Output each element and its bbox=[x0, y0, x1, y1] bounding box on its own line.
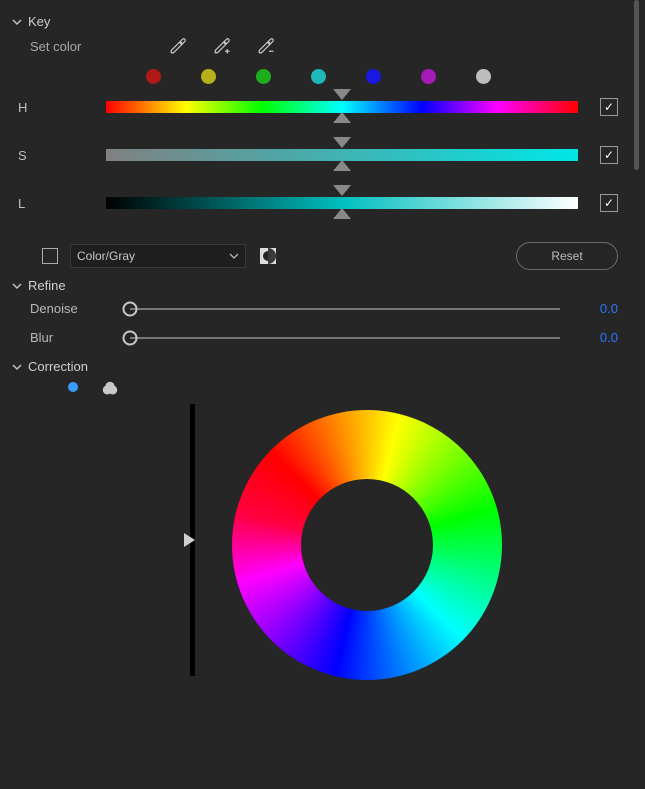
s-slider[interactable] bbox=[106, 149, 578, 161]
h-checkbox[interactable]: ✓ bbox=[600, 98, 618, 116]
denoise-slider[interactable] bbox=[130, 308, 560, 310]
denoise-slider-handle[interactable] bbox=[123, 301, 138, 316]
eyedropper-add-icon[interactable] bbox=[213, 37, 231, 55]
l-checkbox[interactable]: ✓ bbox=[600, 194, 618, 212]
swatch-cyan[interactable] bbox=[311, 69, 326, 84]
panel-vertical-scrollbar[interactable] bbox=[634, 0, 639, 170]
swatch-gray[interactable] bbox=[476, 69, 491, 84]
view-preview-checkbox[interactable] bbox=[42, 248, 58, 264]
l-slider-handle[interactable] bbox=[333, 185, 351, 219]
h-slider-handle[interactable] bbox=[333, 89, 351, 123]
s-label: S bbox=[18, 148, 46, 163]
section-toggle-correction[interactable]: Correction bbox=[12, 359, 618, 374]
swatch-green[interactable] bbox=[256, 69, 271, 84]
view-mode-value: Color/Gray bbox=[77, 249, 135, 263]
luminance-vertical-handle[interactable] bbox=[184, 533, 200, 547]
luminance-vertical-slider[interactable] bbox=[190, 404, 195, 676]
section-title-refine: Refine bbox=[28, 278, 66, 293]
blur-label: Blur bbox=[30, 330, 130, 345]
reset-button[interactable]: Reset bbox=[516, 242, 618, 270]
key-swatch-row bbox=[146, 69, 618, 84]
l-label: L bbox=[18, 196, 46, 211]
blur-slider[interactable] bbox=[130, 337, 560, 339]
set-color-label: Set color bbox=[30, 39, 81, 54]
h-label: H bbox=[18, 100, 46, 115]
swatch-red[interactable] bbox=[146, 69, 161, 84]
hue-color-wheel[interactable] bbox=[232, 410, 502, 680]
section-toggle-key[interactable]: Key bbox=[12, 14, 618, 29]
swatch-magenta[interactable] bbox=[421, 69, 436, 84]
blur-slider-handle[interactable] bbox=[123, 330, 138, 345]
eyedropper-subtract-icon[interactable] bbox=[257, 37, 275, 55]
l-slider[interactable] bbox=[106, 197, 578, 209]
denoise-value[interactable]: 0.0 bbox=[578, 301, 618, 316]
view-mode-select[interactable]: Color/Gray bbox=[70, 244, 246, 268]
mask-toggle-icon[interactable] bbox=[258, 246, 278, 266]
reset-button-label: Reset bbox=[551, 249, 582, 263]
section-toggle-refine[interactable]: Refine bbox=[12, 278, 618, 293]
blur-value[interactable]: 0.0 bbox=[578, 330, 618, 345]
s-checkbox[interactable]: ✓ bbox=[600, 146, 618, 164]
denoise-label: Denoise bbox=[30, 301, 130, 316]
section-title-key: Key bbox=[28, 14, 50, 29]
correction-mode-threeway-icon[interactable] bbox=[100, 382, 120, 396]
eyedropper-icon[interactable] bbox=[169, 37, 187, 55]
section-title-correction: Correction bbox=[28, 359, 88, 374]
swatch-blue[interactable] bbox=[366, 69, 381, 84]
swatch-yellow[interactable] bbox=[201, 69, 216, 84]
s-slider-handle[interactable] bbox=[333, 137, 351, 171]
h-slider[interactable] bbox=[106, 101, 578, 113]
correction-mode-single-icon[interactable] bbox=[68, 382, 78, 392]
